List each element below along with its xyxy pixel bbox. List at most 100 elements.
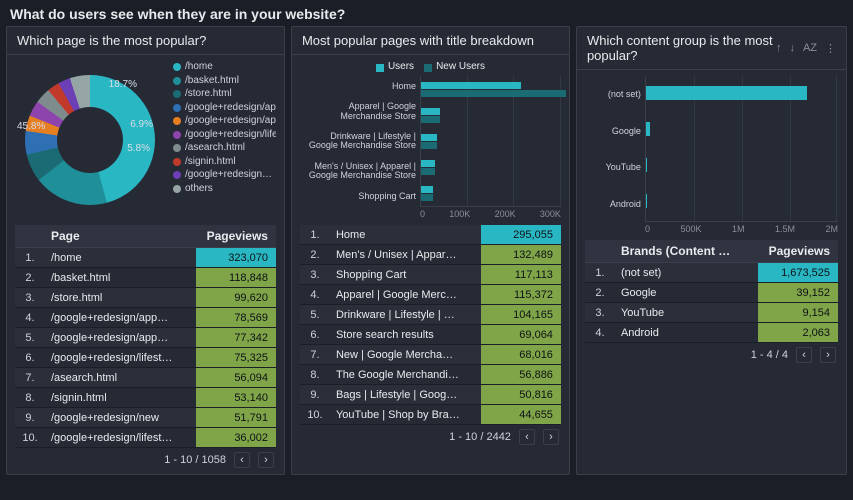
legend-label: /google+redesign/lifestyle/drinkware	[185, 129, 276, 141]
table-body: 1.Home295,0552.Men's / Unisex | Appar…13…	[300, 225, 561, 425]
row-value: 36,002	[196, 428, 276, 447]
bar-new-users[interactable]	[421, 168, 435, 175]
page-next[interactable]: ›	[258, 452, 274, 468]
row-rank: 9.	[300, 389, 330, 401]
row-name: YouTube | Shop by Bra…	[330, 409, 481, 421]
table-row[interactable]: 9.Bags | Lifestyle | Goog…50,816	[300, 385, 561, 405]
legend-item[interactable]: /signin.html	[173, 156, 276, 168]
row-value: 56,886	[481, 365, 561, 384]
table-row[interactable]: 6./google+redesign/lifest…75,325	[15, 348, 276, 368]
table-row[interactable]: 10./google+redesign/lifest…36,002	[15, 428, 276, 448]
table-row[interactable]: 1.Home295,055	[300, 225, 561, 245]
row-name: Android	[615, 327, 758, 339]
tick-label: 200K	[495, 209, 516, 219]
legend-item[interactable]: others	[173, 183, 276, 195]
page-prev[interactable]: ‹	[796, 347, 812, 363]
table-row[interactable]: 9./google+redesign/new51,791	[15, 408, 276, 428]
swatch-icon	[173, 131, 181, 139]
row-value: 53,140	[196, 388, 276, 407]
swatch-icon	[173, 158, 181, 166]
table-row[interactable]: 6.Store search results69,064	[300, 325, 561, 345]
pct-label: 18.7%	[109, 79, 137, 90]
row-rank: 3.	[15, 292, 45, 304]
row-value: 2,063	[758, 323, 838, 342]
row-name: Men's / Unisex | Appar…	[330, 249, 481, 261]
table-row[interactable]: 8.The Google Merchandi…56,886	[300, 365, 561, 385]
table-row[interactable]: 5.Drinkware | Lifestyle | …104,165	[300, 305, 561, 325]
kebab-menu-icon[interactable]: ⋮	[825, 42, 836, 55]
row-name: YouTube	[615, 307, 758, 319]
legend-item[interactable]: /asearch.html	[173, 142, 276, 154]
tick-label: 0	[420, 209, 425, 219]
dashboard-panels: Which page is the most popular? 45.8% 18…	[0, 26, 853, 475]
legend-label: /google+redesign/apparel	[185, 115, 276, 127]
table-row[interactable]: 4.Apparel | Google Merc…115,372	[300, 285, 561, 305]
swatch-icon	[173, 63, 181, 71]
page-title: What do users see when they are in your …	[0, 0, 853, 26]
page-next[interactable]: ›	[543, 429, 559, 445]
row-rank: 3.	[585, 307, 615, 319]
legend-item[interactable]: /google+redesign…	[173, 169, 276, 181]
sort-desc-icon[interactable]: ↓	[789, 42, 795, 55]
table-row[interactable]: 8./signin.html53,140	[15, 388, 276, 408]
bar-new-users[interactable]	[421, 116, 440, 123]
row-name: Google	[615, 287, 758, 299]
page-prev[interactable]: ‹	[519, 429, 535, 445]
row-name: The Google Merchandi…	[330, 369, 481, 381]
row-rank: 4.	[585, 327, 615, 339]
row-rank: 7.	[300, 349, 330, 361]
table-row[interactable]: 1.(not set)1,673,525	[585, 263, 838, 283]
panel-title: Which page is the most popular?	[17, 33, 206, 48]
table-row[interactable]: 1./home323,070	[15, 248, 276, 268]
table-row[interactable]: 7./asearch.html56,094	[15, 368, 276, 388]
legend-item[interactable]: /google+redesign/apparel/mens	[173, 102, 276, 114]
pager: 1 - 10 / 2442 ‹ ›	[300, 425, 561, 445]
table-row[interactable]: 7.New | Google Mercha…68,016	[300, 345, 561, 365]
legend-item[interactable]: /google+redesign/lifestyle/drinkware	[173, 129, 276, 141]
bar-users[interactable]	[421, 186, 433, 193]
table-row[interactable]: 2./basket.html118,848	[15, 268, 276, 288]
bar-users[interactable]	[421, 160, 435, 167]
swatch-icon	[173, 144, 181, 152]
row-value: 295,055	[481, 225, 561, 244]
bar-new-users[interactable]	[421, 194, 433, 201]
page-next[interactable]: ›	[820, 347, 836, 363]
table-row[interactable]: 4.Android2,063	[585, 323, 838, 343]
table-row[interactable]: 3.YouTube9,154	[585, 303, 838, 323]
bar-new-users[interactable]	[421, 90, 566, 97]
table-row[interactable]: 3./store.html99,620	[15, 288, 276, 308]
bar-new-users[interactable]	[421, 142, 437, 149]
bar-users[interactable]	[421, 134, 437, 141]
bar-users[interactable]	[421, 82, 521, 89]
row-name: /google+redesign/new	[45, 412, 196, 424]
table-row[interactable]: 3.Shopping Cart117,113	[300, 265, 561, 285]
bar[interactable]	[646, 122, 650, 136]
panel-popular-page: Which page is the most popular? 45.8% 18…	[6, 26, 285, 475]
sort-asc-icon[interactable]: ↑	[776, 42, 782, 55]
legend-users: Users	[388, 61, 414, 72]
row-name: /google+redesign/app…	[45, 332, 196, 344]
bar[interactable]	[646, 86, 807, 100]
legend-item[interactable]: /store.html	[173, 88, 276, 100]
table-row[interactable]: 4./google+redesign/app…78,569	[15, 308, 276, 328]
table-row[interactable]: 5./google+redesign/app…77,342	[15, 328, 276, 348]
row-rank: 1.	[585, 267, 615, 279]
table-row[interactable]: 2.Men's / Unisex | Appar…132,489	[300, 245, 561, 265]
swatch-icon	[173, 117, 181, 125]
row-value: 44,655	[481, 405, 561, 424]
row-rank: 7.	[15, 372, 45, 384]
legend-item[interactable]: /home	[173, 61, 276, 73]
bar-users[interactable]	[421, 108, 440, 115]
pct-label: 45.8%	[17, 121, 45, 132]
table-row[interactable]: 10.YouTube | Shop by Bra…44,655	[300, 405, 561, 425]
pager: 1 - 10 / 1058 ‹ ›	[15, 448, 276, 468]
row-rank: 4.	[15, 312, 45, 324]
legend-item[interactable]: /google+redesign/apparel	[173, 115, 276, 127]
page-prev[interactable]: ‹	[234, 452, 250, 468]
legend-item[interactable]: /basket.html	[173, 75, 276, 87]
table-row[interactable]: 2.Google39,152	[585, 283, 838, 303]
row-name: /store.html	[45, 292, 196, 304]
sort-az-icon[interactable]: AZ	[803, 42, 817, 55]
bar[interactable]	[646, 158, 647, 172]
table-header: Brands (Content … Pageviews	[585, 240, 838, 263]
